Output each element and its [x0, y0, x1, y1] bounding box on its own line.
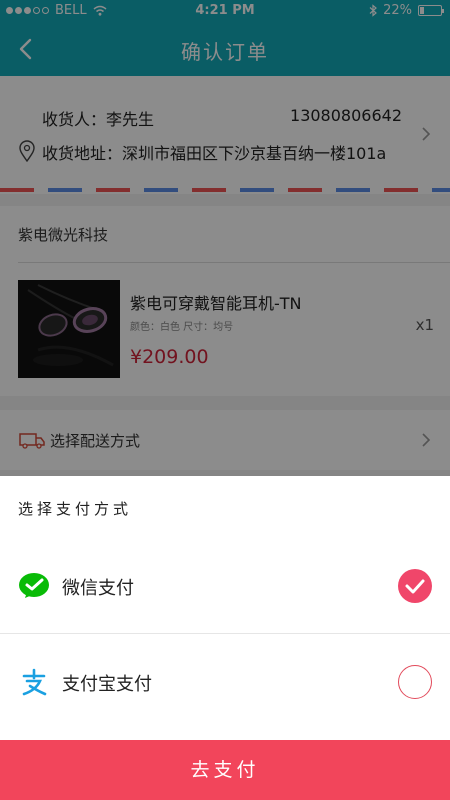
wechat-pay-icon [19, 573, 49, 598]
pay-button[interactable]: 去支付 [0, 740, 450, 800]
radio-unselected[interactable] [398, 665, 432, 699]
payment-option-wechat[interactable]: 微信支付 [0, 538, 450, 634]
payment-label-alipay: 支付宝支付 [62, 674, 152, 695]
alipay-icon [22, 668, 47, 696]
check-icon [405, 579, 425, 594]
radio-selected[interactable] [398, 569, 432, 603]
sheet-title: 选择支付方式 [18, 500, 133, 518]
payment-label-wechat: 微信支付 [62, 578, 134, 599]
payment-option-alipay[interactable]: 支付宝支付 [0, 634, 450, 730]
modal-backdrop[interactable] [0, 0, 450, 476]
